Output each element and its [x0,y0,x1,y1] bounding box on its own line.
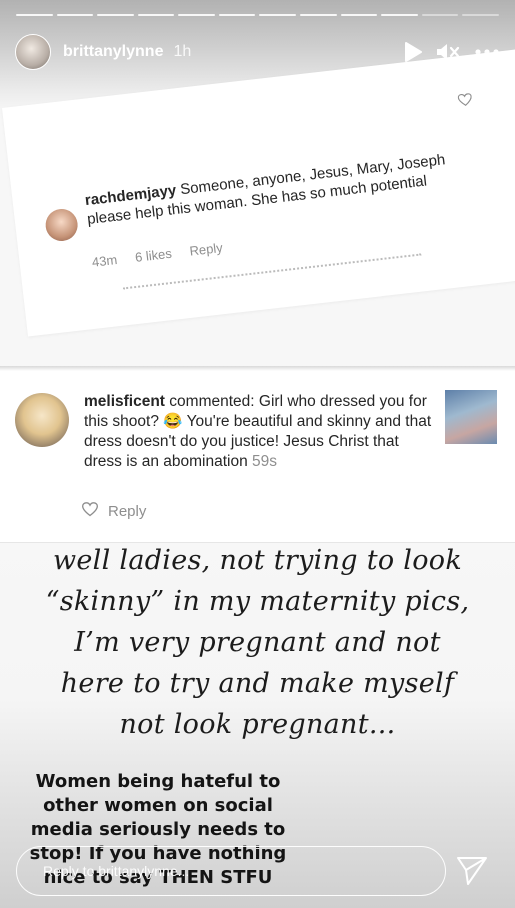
script-line: I’m very pregnant and not [74,627,441,658]
script-line: well ladies, not trying to look [52,545,463,576]
progress-segment [178,14,215,16]
heart-icon [81,502,99,521]
progress-segment [97,14,134,16]
comment1-likes: 6 likes [134,245,173,265]
comment2-reply: Reply [108,503,147,520]
comment2-reply-row: Reply [81,502,147,521]
progress-segment [381,14,418,16]
comment2-time: 59s [252,453,278,470]
caption-line: Women being hateful to [35,771,281,792]
comment1-avatar [43,207,80,243]
send-icon[interactable] [456,856,488,891]
progress-segment [462,14,499,16]
caption-line: other women on social [43,795,273,816]
progress-segment [340,14,378,16]
divider [0,366,515,371]
story-username[interactable]: brittanylynne [63,43,163,61]
progress-segment [300,14,337,16]
comment1-reply: Reply [188,239,224,259]
comment1-time: 43m [91,251,119,270]
caption-line: media seriously needs to [30,819,286,840]
avatar[interactable] [15,34,51,70]
comment-screenshot-2: melisficent commented: Girl who dressed … [0,366,515,543]
heart-icon[interactable] [457,93,473,112]
progress-segment [218,14,256,16]
comment2-avatar [15,393,69,447]
story-progress-bar [16,14,499,16]
script-line: not look pregnant... [119,709,396,740]
play-icon[interactable] [404,42,422,62]
comment2-action: commented: [169,393,255,410]
story-time: 1h [173,43,192,60]
progress-segment [421,14,459,16]
script-line: here to try and make myself [60,668,455,699]
story-frame: brittanylynne 1h rachdemjayy Someone, an… [0,0,515,908]
script-line: “skinny” in my maternity pics, [45,586,470,617]
progress-segment [259,14,297,16]
story-script-text: well ladies, not trying to look “skinny”… [0,540,515,745]
comment2-body: melisficent commented: Girl who dressed … [84,392,436,472]
progress-segment [56,14,94,16]
progress-segment [16,14,53,16]
reply-input[interactable]: Reply to brittanylynne... [16,846,446,896]
post-thumbnail [445,390,497,444]
comment2-username: melisficent [84,393,165,410]
comment1-body: rachdemjayy Someone, anyone, Jesus, Mary… [84,148,466,229]
progress-segment [137,14,175,16]
reply-placeholder: Reply to brittanylynne... [43,863,190,879]
comment1-meta: 43m 6 likes Reply [91,238,241,270]
